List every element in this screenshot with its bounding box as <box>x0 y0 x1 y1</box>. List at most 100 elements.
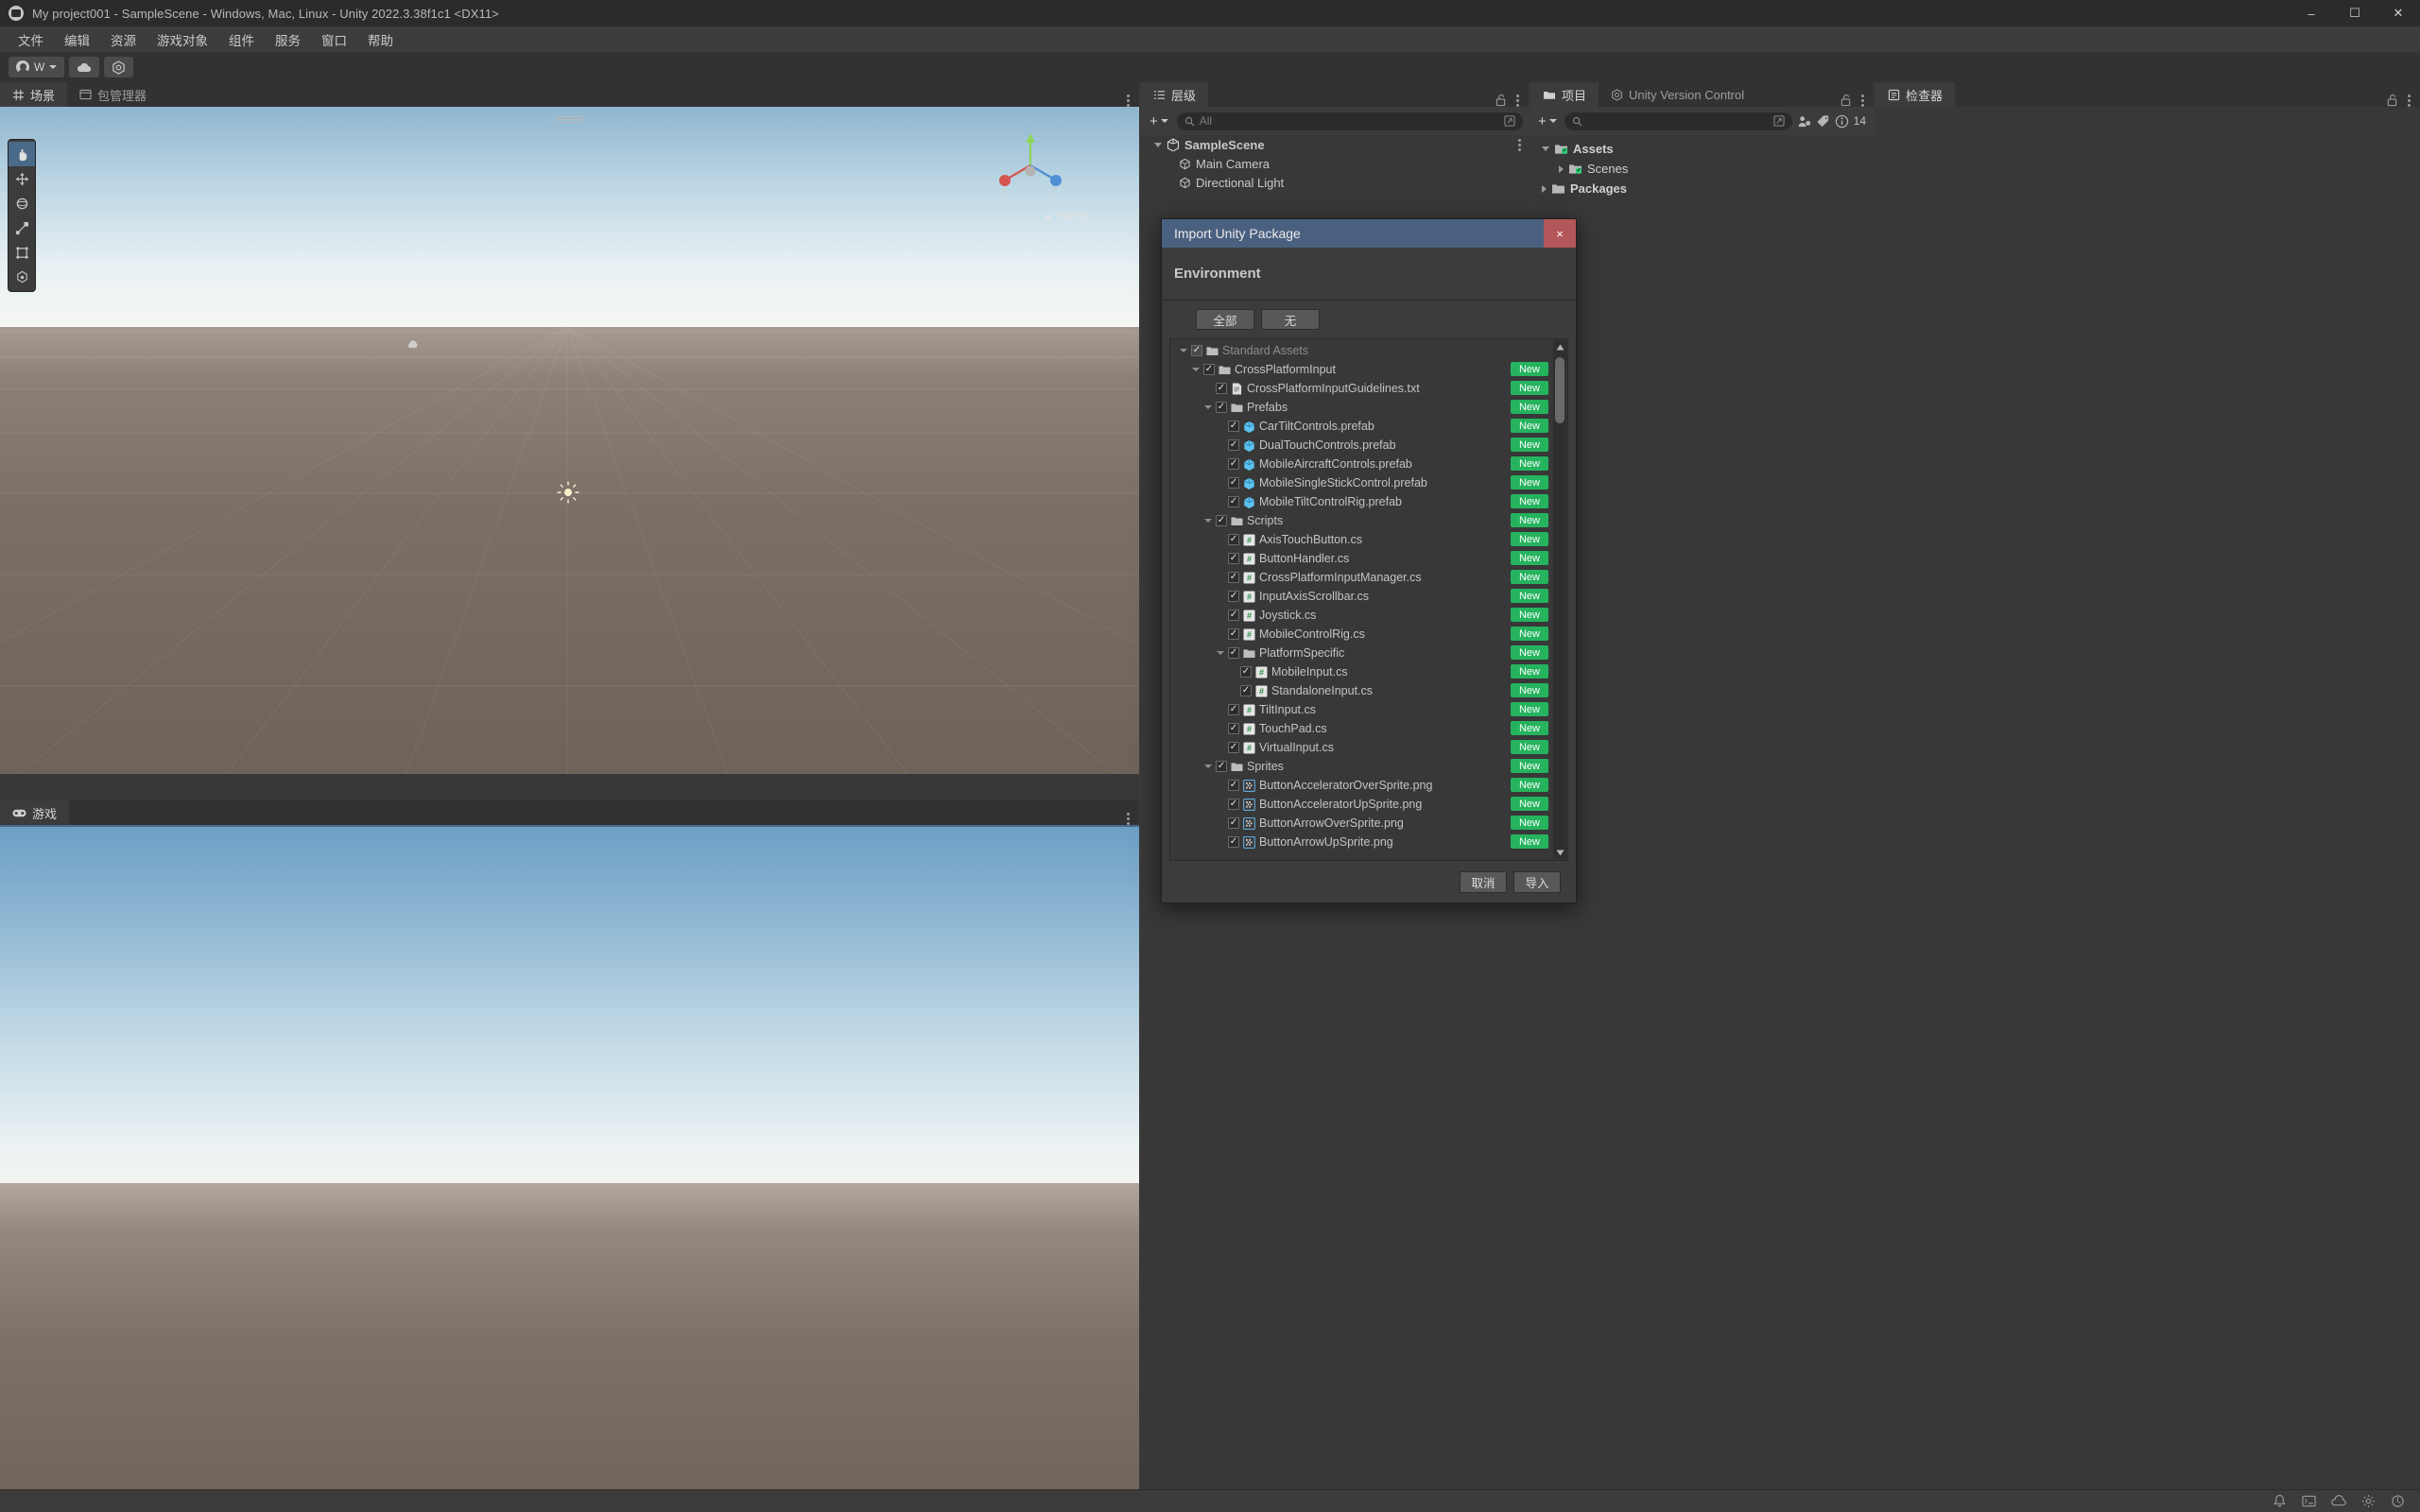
dialog-asset-row[interactable]: ✓ # ButtonHandler.cs New <box>1170 549 1552 568</box>
cloud-button[interactable] <box>69 57 100 77</box>
directional-light-gizmo[interactable] <box>556 480 580 505</box>
chevron-down-icon[interactable] <box>1180 349 1187 352</box>
dialog-list-scrollbar[interactable] <box>1553 340 1566 859</box>
dialog-asset-row[interactable]: ✓ # InputAxisScrollbar.cs New <box>1170 587 1552 606</box>
kebab-menu-icon[interactable] <box>1127 94 1130 107</box>
asset-checkbox[interactable]: ✓ <box>1216 383 1227 394</box>
transform-tool-icon[interactable] <box>9 265 35 289</box>
asset-checkbox[interactable]: ✓ <box>1228 610 1239 621</box>
dialog-asset-list[interactable]: ✓ Standard Assets ✓ CrossPlatformInput New ✓ C… <box>1169 338 1568 861</box>
dialog-asset-row[interactable]: ✓ # CrossPlatformInputManager.cs New <box>1170 568 1552 587</box>
kebab-menu-icon[interactable] <box>1516 94 1519 107</box>
hierarchy-row-samplescene[interactable]: SampleScene <box>1141 135 1529 154</box>
menu-help[interactable]: 帮助 <box>357 26 404 53</box>
dialog-asset-row[interactable]: ✓ ButtonAcceleratorOverSprite.png New <box>1170 776 1552 795</box>
asset-checkbox[interactable]: ✓ <box>1240 685 1252 696</box>
dialog-asset-row[interactable]: ✓ # MobileControlRig.cs New <box>1170 625 1552 644</box>
asset-checkbox[interactable]: ✓ <box>1228 477 1239 489</box>
progress-icon[interactable] <box>2391 1494 2405 1508</box>
scene-overlay-grip[interactable] <box>556 116 583 123</box>
tab-scene[interactable]: 场景 <box>0 82 68 107</box>
settings-status-icon[interactable] <box>2361 1494 2376 1508</box>
asset-checkbox[interactable]: ✓ <box>1228 647 1239 659</box>
asset-checkbox[interactable]: ✓ <box>1228 572 1239 583</box>
tab-game[interactable]: 游戏 <box>0 800 70 825</box>
dialog-asset-row[interactable]: ✓ # Joystick.cs New <box>1170 606 1552 625</box>
scale-tool-icon[interactable] <box>9 215 35 240</box>
kebab-menu-icon[interactable] <box>2408 94 2411 107</box>
hierarchy-search-input[interactable]: All <box>1176 112 1523 130</box>
asset-checkbox[interactable]: ✓ <box>1228 780 1239 791</box>
dialog-asset-row[interactable]: ✓ MobileSingleStickControl.prefab New <box>1170 473 1552 492</box>
dialog-asset-row[interactable]: ✓ MobileAircraftControls.prefab New <box>1170 455 1552 473</box>
import-button[interactable]: 导入 <box>1513 870 1561 893</box>
dialog-asset-row[interactable]: ✓ ButtonAcceleratorUpSprite.png New <box>1170 795 1552 814</box>
asset-checkbox[interactable]: ✓ <box>1228 458 1239 470</box>
chevron-down-icon[interactable] <box>1217 651 1224 655</box>
tab-hierarchy[interactable]: 层级 <box>1141 82 1209 107</box>
cancel-button[interactable]: 取消 <box>1460 870 1507 893</box>
label-filter-icon[interactable] <box>1816 114 1830 129</box>
game-viewport[interactable] <box>0 825 1139 1512</box>
search-filter-icon[interactable] <box>1504 115 1515 127</box>
rotate-tool-icon[interactable] <box>9 191 35 215</box>
project-search-input[interactable] <box>1564 112 1792 130</box>
asset-checkbox[interactable]: ✓ <box>1228 628 1239 640</box>
asset-checkbox[interactable]: ✓ <box>1216 515 1227 526</box>
dialog-asset-row[interactable]: ✓ # TouchPad.cs New <box>1170 719 1552 738</box>
info-icon[interactable] <box>1835 114 1849 129</box>
chevron-down-icon[interactable] <box>1204 765 1212 768</box>
lock-open-icon[interactable] <box>1495 94 1507 107</box>
menu-edit[interactable]: 编辑 <box>54 26 100 53</box>
console-icon[interactable] <box>2302 1494 2316 1508</box>
dialog-asset-row[interactable]: ✓ Standard Assets <box>1170 341 1552 360</box>
lock-open-icon[interactable] <box>1840 94 1852 107</box>
chevron-down-icon[interactable] <box>1192 368 1200 371</box>
kebab-menu-icon[interactable] <box>1127 813 1130 825</box>
chevron-right-icon[interactable] <box>1559 164 1564 173</box>
tab-project[interactable]: 项目 <box>1530 82 1599 107</box>
project-row-scenes[interactable]: Scenes <box>1530 159 1874 179</box>
scene-orientation-gizmo[interactable]: X Z <box>993 128 1068 203</box>
project-row-packages[interactable]: Packages <box>1530 179 1874 198</box>
menu-file[interactable]: 文件 <box>8 26 54 53</box>
dialog-asset-row[interactable]: ✓ # TiltInput.cs New <box>1170 700 1552 719</box>
menu-assets[interactable]: 资源 <box>100 26 147 53</box>
hierarchy-row-directional-light[interactable]: Directional Light <box>1141 173 1529 192</box>
dialog-asset-row[interactable]: ✓ MobileTiltControlRig.prefab New <box>1170 492 1552 511</box>
menu-window[interactable]: 窗口 <box>311 26 357 53</box>
asset-checkbox[interactable]: ✓ <box>1228 439 1239 451</box>
dialog-asset-row[interactable]: ✓ Scripts New <box>1170 511 1552 530</box>
dialog-asset-row[interactable]: ✓ DualTouchControls.prefab New <box>1170 436 1552 455</box>
scroll-down-arrow-icon[interactable] <box>1553 846 1566 859</box>
scene-projection-label[interactable]: ◄ Persp <box>1042 209 1087 223</box>
asset-checkbox[interactable]: ✓ <box>1228 534 1239 545</box>
avatar-filter-icon[interactable] <box>1797 114 1811 129</box>
lock-open-icon[interactable] <box>2386 94 2398 107</box>
asset-checkbox[interactable]: ✓ <box>1191 345 1202 356</box>
tab-unity-version-control[interactable]: Unity Version Control <box>1599 82 1757 107</box>
dialog-asset-list-rows[interactable]: ✓ Standard Assets ✓ CrossPlatformInput New ✓ C… <box>1170 339 1552 860</box>
dialog-asset-row[interactable]: ✓ # MobileInput.cs New <box>1170 662 1552 681</box>
create-asset-button[interactable]: + <box>1535 113 1560 129</box>
dialog-asset-row[interactable]: ✓ # StandaloneInput.cs New <box>1170 681 1552 700</box>
kebab-menu-icon[interactable] <box>1518 138 1521 151</box>
asset-checkbox[interactable]: ✓ <box>1228 496 1239 507</box>
asset-checkbox[interactable]: ✓ <box>1228 723 1239 734</box>
scene-viewport[interactable]: X Z ◄ Persp <box>0 107 1139 774</box>
chevron-right-icon[interactable] <box>1542 184 1547 193</box>
select-all-button[interactable]: 全部 <box>1196 309 1254 330</box>
dialog-asset-row[interactable]: ✓ # AxisTouchButton.cs New <box>1170 530 1552 549</box>
hand-tool-icon[interactable] <box>9 142 35 166</box>
search-filter-icon[interactable] <box>1773 115 1785 127</box>
move-tool-icon[interactable] <box>9 166 35 191</box>
dialog-asset-row[interactable]: ✓ Prefabs New <box>1170 398 1552 417</box>
project-row-assets[interactable]: Assets <box>1530 139 1874 159</box>
dialog-asset-row[interactable]: ✓ Sprites New <box>1170 757 1552 776</box>
dialog-asset-row[interactable]: ✓ ButtonArrowOverSprite.png New <box>1170 814 1552 833</box>
asset-checkbox[interactable]: ✓ <box>1216 402 1227 413</box>
asset-checkbox[interactable]: ✓ <box>1228 799 1239 810</box>
menu-services[interactable]: 服务 <box>265 26 311 53</box>
hierarchy-row-main-camera[interactable]: Main Camera <box>1141 154 1529 173</box>
asset-checkbox[interactable]: ✓ <box>1228 704 1239 715</box>
